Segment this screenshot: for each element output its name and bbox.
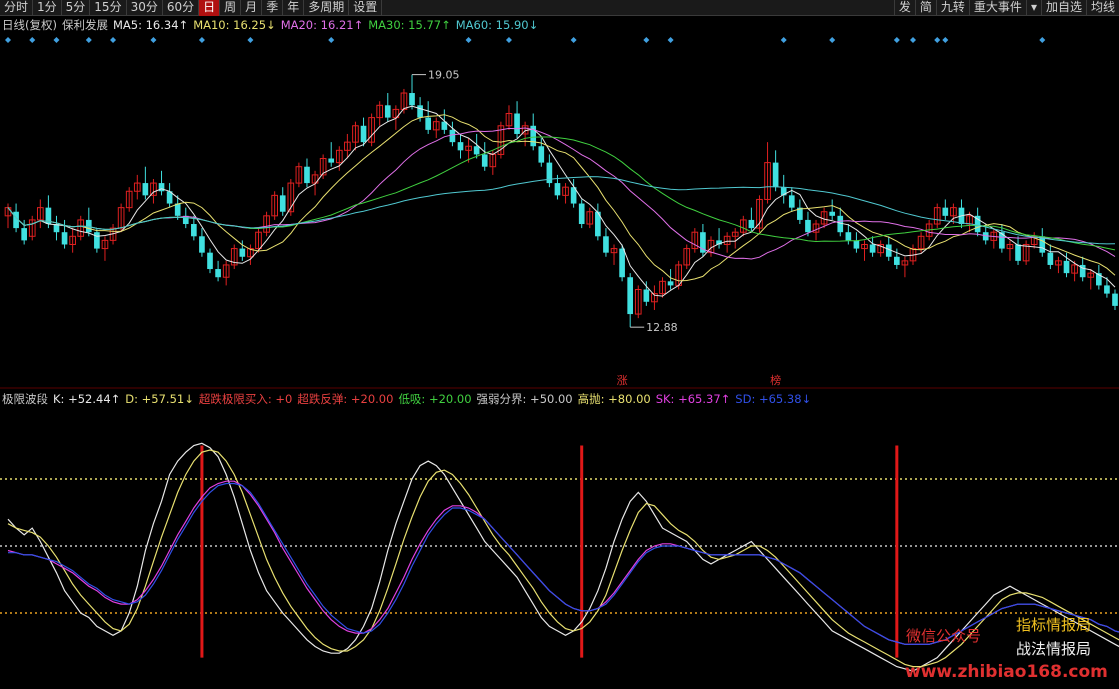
signal-diamond-13 xyxy=(667,37,674,43)
candle-body-110 xyxy=(894,256,900,265)
signal-diamond-3 xyxy=(85,37,92,43)
signal-diamond-9 xyxy=(465,37,472,43)
signal-diamond-4 xyxy=(110,37,117,43)
candle-body-40 xyxy=(328,158,335,163)
candle-body-11 xyxy=(94,232,100,249)
signal-diamond-7 xyxy=(247,37,254,43)
candle-body-66 xyxy=(538,146,545,163)
candle-body-63 xyxy=(514,113,520,134)
signal-diamond-5 xyxy=(150,37,157,43)
indicator-line-sd xyxy=(8,482,1119,645)
ma-line-ma5 xyxy=(7,105,1116,297)
candle-body-79 xyxy=(643,289,650,302)
candle-body-68 xyxy=(554,183,561,196)
candle-body-21 xyxy=(174,203,181,216)
candle-body-25 xyxy=(207,252,213,270)
signal-diamond-16 xyxy=(893,37,900,43)
signal-diamond-18 xyxy=(934,37,941,43)
ma-line-ma10 xyxy=(7,114,1116,282)
candle-body-2 xyxy=(21,228,27,241)
candle-body-82 xyxy=(667,281,674,286)
candle-body-95 xyxy=(772,162,779,188)
watermark-url: www.zhibiao168.com xyxy=(905,662,1108,682)
signal-diamond-0 xyxy=(5,37,11,43)
candle-body-23 xyxy=(191,224,197,237)
candle-body-104 xyxy=(845,232,852,241)
candle-body-77 xyxy=(627,277,634,315)
candle-body-116 xyxy=(942,207,949,216)
candle-body-129 xyxy=(1047,252,1054,265)
signal-diamond-11 xyxy=(570,37,577,43)
candle-body-107 xyxy=(869,244,876,253)
watermark-name1: 指标情报局 xyxy=(1016,616,1092,634)
signal-diamond-10 xyxy=(505,37,512,43)
ma-line-ma60 xyxy=(7,176,1116,245)
signal-diamond-8 xyxy=(328,37,335,43)
candle-body-37 xyxy=(304,166,310,184)
low-price-label: 12.88 xyxy=(646,321,678,334)
signal-diamond-6 xyxy=(198,37,205,43)
candle-body-26 xyxy=(215,269,221,278)
candle-body-105 xyxy=(853,240,860,249)
badge-1: 榜 xyxy=(770,373,781,387)
candle-body-56 xyxy=(457,142,464,151)
signal-diamond-1 xyxy=(29,37,36,43)
high-price-label: 19.05 xyxy=(428,69,460,82)
candle-body-74 xyxy=(603,236,609,253)
candle-body-76 xyxy=(619,248,625,278)
candle-body-71 xyxy=(578,203,585,225)
signal-diamond-20 xyxy=(1039,37,1046,43)
indicator-line-sk xyxy=(7,480,1119,645)
signal-diamond-2 xyxy=(53,37,60,43)
candle-body-59 xyxy=(481,154,488,167)
candle-body-34 xyxy=(279,195,286,212)
signal-diamond-19 xyxy=(942,37,949,43)
candle-body-92 xyxy=(748,219,755,229)
candle-body-24 xyxy=(199,236,205,253)
signal-diamond-12 xyxy=(643,37,650,43)
signal-diamond-15 xyxy=(829,37,836,43)
candle-body-17 xyxy=(142,183,149,196)
candle-body-137 xyxy=(1112,293,1118,306)
stock-chart[interactable]: 19.05 12.88 涨 榜 xyxy=(0,0,1119,689)
candle-body-7 xyxy=(61,232,68,245)
ma-line-ma30 xyxy=(7,136,1116,251)
candle-body-44 xyxy=(360,125,367,143)
watermark-label: 微信公众号 xyxy=(906,627,982,645)
candle-body-51 xyxy=(417,105,423,118)
candle-body-131 xyxy=(1063,260,1070,274)
signal-diamond-14 xyxy=(780,37,787,43)
candle-body-50 xyxy=(409,93,415,106)
candle-body-52 xyxy=(425,117,432,130)
candle-body-99 xyxy=(805,219,811,233)
candle-body-136 xyxy=(1104,285,1110,294)
candle-body-58 xyxy=(473,146,480,155)
watermark-name2: 战法情报局 xyxy=(1016,640,1092,658)
candle-body-97 xyxy=(788,195,795,208)
candle-body-125 xyxy=(1015,244,1021,261)
badge-0: 涨 xyxy=(617,374,628,387)
signal-diamond-17 xyxy=(909,37,916,43)
candle-body-29 xyxy=(239,248,246,257)
candle-body-67 xyxy=(546,162,553,184)
candle-body-55 xyxy=(449,129,456,143)
candle-body-47 xyxy=(384,105,391,118)
candle-body-102 xyxy=(829,211,836,216)
